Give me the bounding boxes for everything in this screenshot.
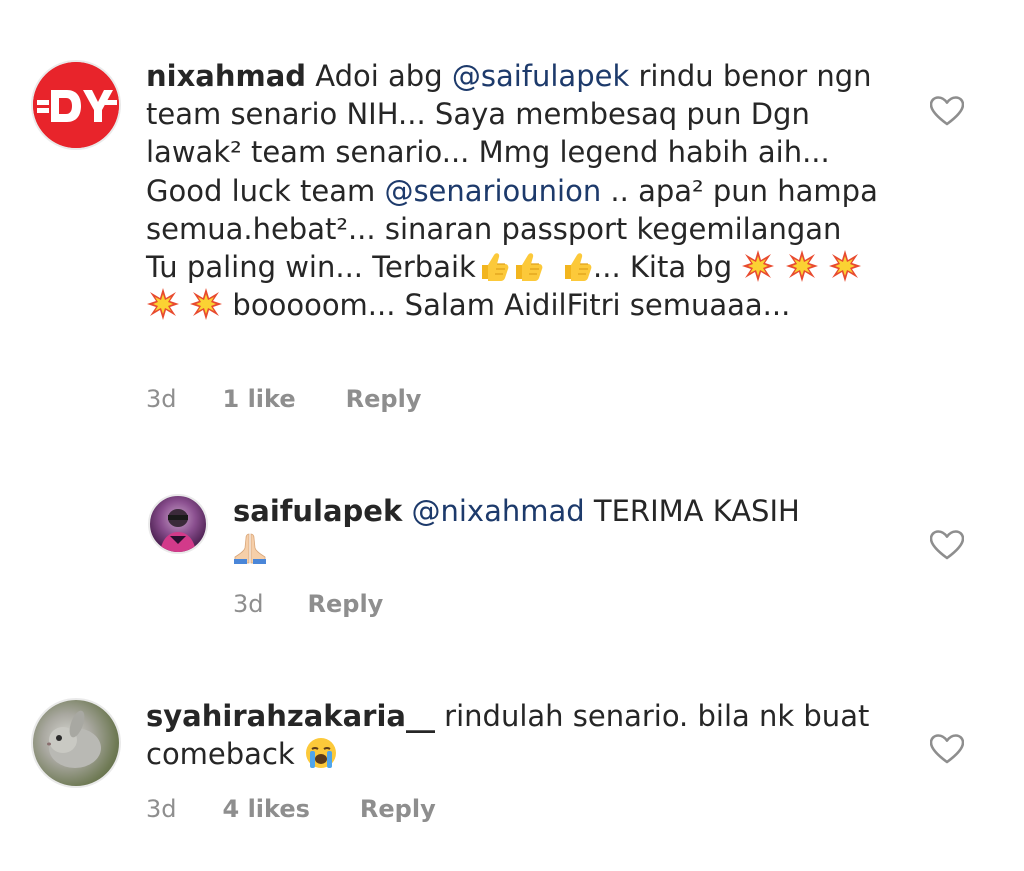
- likes-count-button[interactable]: 1 like: [223, 385, 296, 413]
- folded-hands-emoji-icon: [233, 531, 267, 565]
- comment-text-part: ... Kita bg: [593, 250, 742, 285]
- heart-outline-icon[interactable]: [930, 96, 964, 126]
- comment-username[interactable]: nixahmad: [146, 59, 306, 93]
- avatar[interactable]: [148, 494, 208, 554]
- reply-button[interactable]: Reply: [346, 385, 422, 413]
- dy-logo-avatar-icon: [33, 62, 119, 148]
- heart-outline-icon[interactable]: [930, 530, 964, 560]
- comment-text: saifulapek @nixahmad TERIMA KASIH: [233, 492, 853, 568]
- thumbs-up-emoji-icon: [476, 249, 510, 283]
- comment-timestamp: 3d: [146, 795, 177, 823]
- reply-button[interactable]: Reply: [308, 590, 384, 618]
- reply-button[interactable]: Reply: [360, 795, 436, 823]
- comment-text: nixahmad Adoi abg @saifulapek rindu beno…: [146, 57, 881, 324]
- collision-emoji-icon: [146, 287, 180, 321]
- comment-username[interactable]: syahirahzakaria__: [146, 699, 435, 733]
- comment-meta: 3d 1 like Reply: [146, 385, 421, 413]
- thumbs-up-emoji-icon: [559, 249, 593, 283]
- collision-emoji-icon: [741, 249, 775, 283]
- comment-timestamp: 3d: [233, 590, 264, 618]
- collision-emoji-icon: [189, 287, 223, 321]
- comment-text-part: Adoi abg: [306, 59, 452, 93]
- thumbs-up-emoji-icon: [510, 249, 544, 283]
- comment-text-part: TERIMA KASIH: [584, 494, 800, 528]
- profile-photo-avatar-icon: [160, 509, 196, 552]
- mention-link[interactable]: @nixahmad: [411, 494, 584, 528]
- collision-emoji-icon: [828, 249, 862, 283]
- comment-text: syahirahzakaria__ rindulah senario. bila…: [146, 697, 886, 773]
- rabbit-photo-avatar-icon: [47, 710, 101, 768]
- avatar[interactable]: [31, 60, 121, 150]
- collision-emoji-icon: [785, 249, 819, 283]
- avatar[interactable]: [31, 698, 121, 788]
- comment-meta: 3d 4 likes Reply: [146, 795, 436, 823]
- comment-timestamp: 3d: [146, 385, 177, 413]
- mention-link[interactable]: @senariounion: [384, 174, 601, 208]
- heart-outline-icon[interactable]: [930, 734, 964, 764]
- comment-meta: 3d Reply: [233, 590, 383, 618]
- likes-count-button[interactable]: 4 likes: [223, 795, 310, 823]
- comment-text-part: booooom... Salam AidilFitri semuaaa...: [223, 288, 791, 323]
- comment-username[interactable]: saifulapek: [233, 494, 402, 528]
- mention-link[interactable]: @saifulapek: [452, 59, 629, 93]
- loudly-crying-face-emoji-icon: [304, 736, 338, 770]
